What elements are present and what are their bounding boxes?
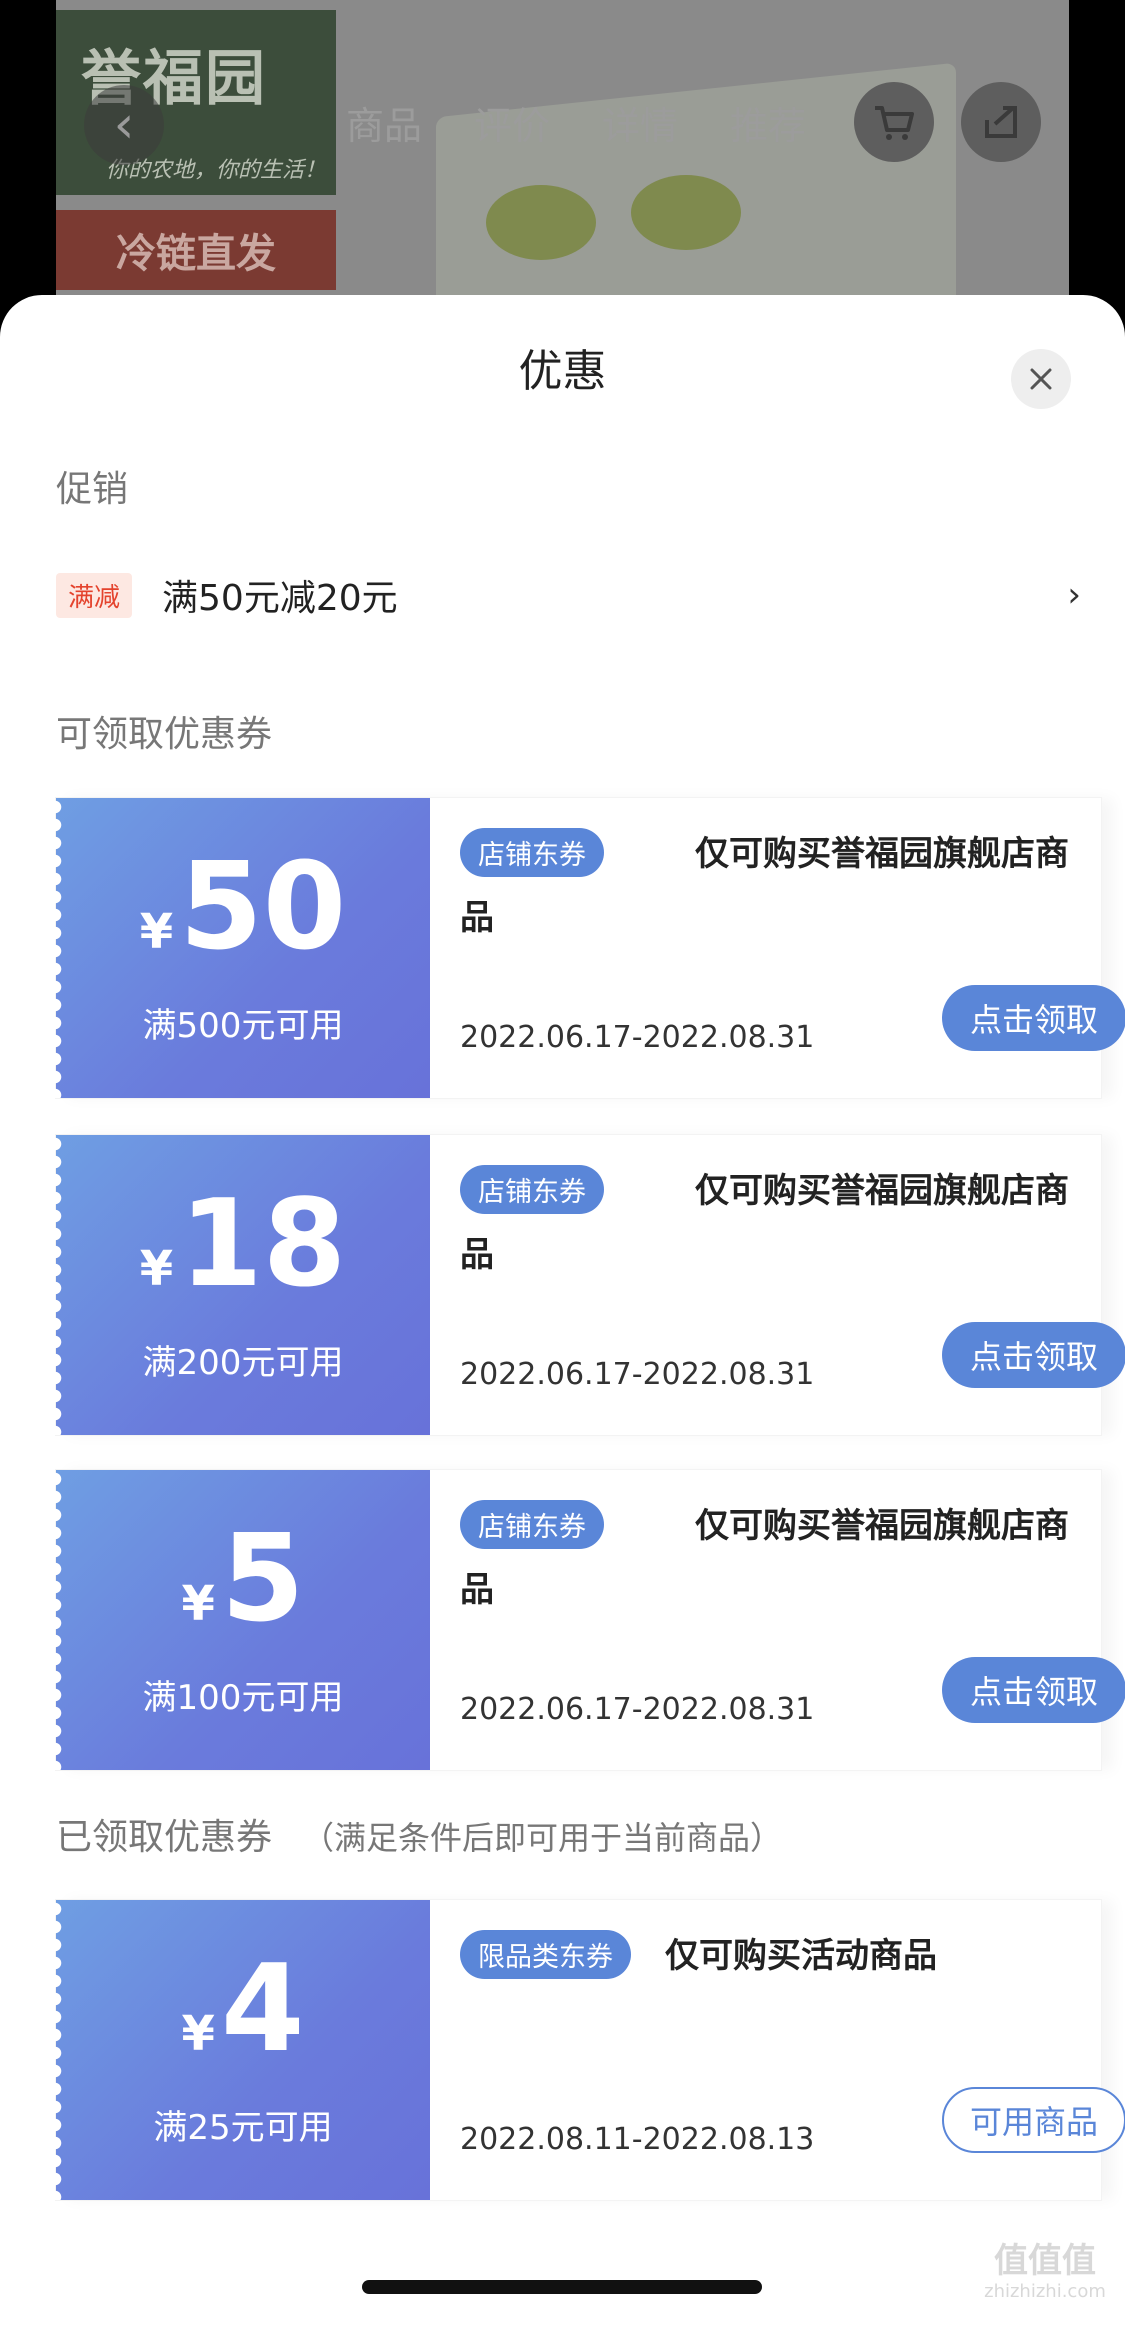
coupon-amount-panel: ¥18 满200元可用 [55,1135,430,1435]
cart-icon [875,106,914,140]
home-indicator[interactable] [362,2280,762,2294]
coupon-amount-panel: ¥4 满25元可用 [55,1900,430,2200]
currency-symbol: ¥ [139,1241,174,1297]
share-icon [985,106,1017,138]
coupon-info: 店铺东券 仅可购买誉福园旗舰店商 品 2022.06.17-2022.08.31… [430,1135,1125,1435]
coupon-title-cont: 品 [460,898,494,938]
watermark-text: 值值值 [994,2241,1096,2281]
coupon-title: 仅可购买誉福园旗舰店商 [695,1171,1069,1211]
coupon-title-cont: 品 [460,1570,494,1610]
tab-reviews[interactable]: 评价 [474,95,550,150]
claim-coupon-button[interactable]: 点击领取 [942,1657,1125,1723]
coupon-condition: 满500元可用 [142,1006,344,1046]
coupon-amount: 18 [179,1175,347,1314]
sheet-title: 优惠 [518,346,607,397]
chevron-left-icon: ‹ [113,95,135,155]
claimed-coupon-card: ¥4 满25元可用 限品类东券 仅可购买活动商品 2022.08.11-2022… [55,1900,1125,2200]
close-icon [1030,368,1052,390]
coupon-amount: 50 [179,838,347,977]
coupon-amount: 5 [220,1510,305,1649]
currency-symbol: ¥ [181,2006,215,2062]
coupon-title: 仅可购买誉福园旗舰店商 [695,834,1069,874]
currency-symbol: ¥ [181,1576,215,1632]
discount-sheet: 优惠 促销 满减 满50元减20元 › 可领取优惠券 ¥50 满500元可用 店… [0,295,1125,2325]
claimed-coupons-label: 已领取优惠券 （满足条件后即可用于当前商品） [56,1808,782,1860]
coupon-condition: 满100元可用 [142,1678,344,1718]
coupon-type-tag: 限品类东券 [460,1930,631,1979]
grape-image [486,185,596,260]
cart-button[interactable] [854,82,934,162]
tab-goods[interactable]: 商品 [346,95,422,150]
watermark-url: zhizhizhi.com [984,2281,1106,2302]
currency-symbol: ¥ [139,904,174,960]
available-coupons-label: 可领取优惠券 [56,714,273,755]
product-tabs: 商品 评价 详情 推荐 [346,95,806,150]
coupon-type-tag: 店铺东券 [460,828,604,877]
coupon-info: 限品类东券 仅可购买活动商品 2022.08.11-2022.08.13 可用商… [430,1900,1125,2200]
close-button[interactable] [1011,349,1071,409]
coupon-condition: 满25元可用 [153,2108,333,2148]
claimed-section-hint: （满足条件后即可用于当前商品） [302,1819,783,1857]
share-button[interactable] [961,82,1041,162]
watermark: 值值值 zhizhizhi.com [975,2240,1115,2302]
promotion-row[interactable]: 满减 满50元减20元 › [56,565,1081,625]
back-button[interactable]: ‹ [84,85,164,165]
coupon-amount: 4 [220,1940,305,2079]
promotion-section-label: 促销 [56,469,129,510]
background-product-page: 誉福园 你的农地，你的生活！ 冷链直发 ‹ 商品 评价 详情 推荐 [56,0,1069,330]
coupon-amount-panel: ¥5 满100元可用 [55,1470,430,1770]
chevron-right-icon: › [1067,575,1081,615]
coupon-date-range: 2022.06.17-2022.08.31 [460,1357,815,1392]
claim-coupon-button[interactable]: 点击领取 [942,985,1125,1051]
cold-chain-banner: 冷链直发 [56,210,336,290]
claimed-section-title: 已领取优惠券 [56,1817,273,1858]
promotion-text: 满50元减20元 [162,578,398,619]
tab-details[interactable]: 详情 [602,95,678,150]
coupon-date-range: 2022.08.11-2022.08.13 [460,2122,815,2157]
coupon-type-tag: 店铺东券 [460,1500,604,1549]
tab-recommend[interactable]: 推荐 [730,95,806,150]
coupon-condition: 满200元可用 [142,1343,344,1383]
grape-image [631,175,741,250]
coupon-title-cont: 品 [460,1235,494,1275]
promotion-tag: 满减 [56,572,133,618]
coupon-title: 仅可购买誉福园旗舰店商 [695,1506,1069,1546]
coupon-info: 店铺东券 仅可购买誉福园旗舰店商 品 2022.06.17-2022.08.31… [430,798,1125,1098]
coupon-card: ¥5 满100元可用 店铺东券 仅可购买誉福园旗舰店商 品 2022.06.17… [55,1470,1125,1770]
coupon-card: ¥50 满500元可用 店铺东券 仅可购买誉福园旗舰店商 品 2022.06.1… [55,798,1125,1098]
coupon-date-range: 2022.06.17-2022.08.31 [460,1020,815,1055]
available-products-button[interactable]: 可用商品 [942,2087,1125,2153]
coupon-title: 仅可购买活动商品 [665,1936,937,1976]
coupon-type-tag: 店铺东券 [460,1165,604,1214]
coupon-date-range: 2022.06.17-2022.08.31 [460,1692,815,1727]
coupon-amount-panel: ¥50 满500元可用 [55,798,430,1098]
coupon-card: ¥18 满200元可用 店铺东券 仅可购买誉福园旗舰店商 品 2022.06.1… [55,1135,1125,1435]
claim-coupon-button[interactable]: 点击领取 [942,1322,1125,1388]
coupon-info: 店铺东券 仅可购买誉福园旗舰店商 品 2022.06.17-2022.08.31… [430,1470,1125,1770]
